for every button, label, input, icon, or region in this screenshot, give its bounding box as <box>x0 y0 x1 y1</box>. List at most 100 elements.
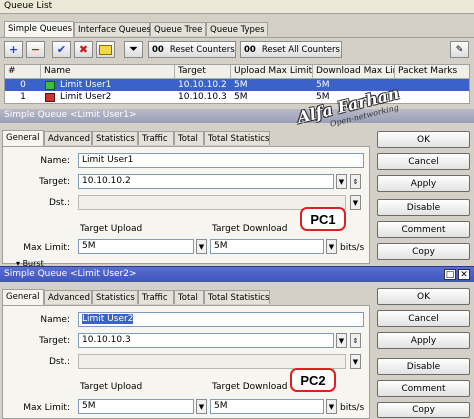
target-field[interactable]: 10.10.10.2 <box>78 174 334 189</box>
minus-icon: − <box>30 43 41 56</box>
row-target: 10.10.10.3 <box>178 92 227 102</box>
col-name[interactable]: Name <box>41 65 175 78</box>
comment-button[interactable]: Comment <box>377 221 470 238</box>
download-max-limit-field[interactable]: 5M <box>210 239 324 254</box>
tab-total-statistics[interactable]: Total Statistics <box>204 290 270 304</box>
target-field[interactable]: 10.10.10.3 <box>78 333 334 348</box>
dialog2-title: Simple Queue <Limit User2> <box>4 269 137 279</box>
chevron-down-icon: ▼ <box>338 177 345 186</box>
target-label: Target: <box>39 336 70 346</box>
disable-button[interactable]: ✖ <box>74 41 93 58</box>
dst-dropdown[interactable]: ▼ <box>350 195 361 210</box>
counter-reset-all-icon: 00 <box>244 44 256 55</box>
target-upload-label: Target Upload <box>80 382 143 392</box>
reset-all-counters-label: Reset All Counters <box>261 44 340 55</box>
target-upload-label: Target Upload <box>80 224 143 234</box>
filter-button[interactable]: ⏷ <box>124 41 143 58</box>
row-upload: 5M <box>234 80 248 90</box>
tab-total[interactable]: Total <box>174 131 204 145</box>
apply-button[interactable]: Apply <box>377 175 470 192</box>
tab-general[interactable]: General <box>2 130 44 146</box>
tab-queue-types[interactable]: Queue Types <box>206 22 268 36</box>
col-upload[interactable]: Upload Max Limit <box>231 65 313 78</box>
chevron-down-icon: ▼ <box>352 357 359 366</box>
copy-button[interactable]: Copy <box>377 243 470 260</box>
comment-button[interactable]: Comment <box>377 380 470 397</box>
updown-icon: ⇕ <box>352 177 359 186</box>
row-upload: 5M <box>234 92 248 102</box>
dialog2-restore-button[interactable]: □ <box>444 269 456 280</box>
tab-advanced[interactable]: Advanced <box>44 290 92 304</box>
cross-icon: ✖ <box>78 43 89 56</box>
funnel-icon: ⏷ <box>129 44 138 55</box>
cancel-button[interactable]: Cancel <box>377 153 470 170</box>
upload-max-limit-field[interactable]: 5M <box>78 399 194 414</box>
name-field[interactable]: Limit User1 <box>78 153 364 168</box>
dst-dropdown[interactable]: ▼ <box>350 354 361 369</box>
tab-advanced[interactable]: Advanced <box>44 131 92 145</box>
tab-traffic[interactable]: Traffic <box>138 131 174 145</box>
dialog2-body: General Advanced Statistics Traffic Tota… <box>0 282 474 419</box>
upload-dropdown[interactable]: ▼ <box>196 399 207 414</box>
dialog1-body: General Advanced Statistics Traffic Tota… <box>0 123 474 268</box>
disable-button[interactable]: Disable <box>377 199 470 216</box>
target-dropdown[interactable]: ▼ <box>336 174 347 189</box>
tab-total-statistics[interactable]: Total Statistics <box>204 131 270 145</box>
tab-traffic[interactable]: Traffic <box>138 290 174 304</box>
queue-list-titlebar[interactable]: Queue List <box>0 0 474 14</box>
reset-all-counters-button[interactable]: 00 Reset All Counters <box>240 41 342 58</box>
remove-button[interactable]: − <box>26 41 45 58</box>
chevron-down-icon: ▼ <box>328 402 335 411</box>
close-icon: ✕ <box>460 269 468 280</box>
max-limit-label: Max Limit: <box>23 243 70 253</box>
ok-button[interactable]: OK <box>377 131 470 148</box>
tab-interface-queues[interactable]: Interface Queues <box>74 22 151 36</box>
check-icon: ✔ <box>56 43 67 56</box>
queue-list-tabs: Simple Queues Interface Queues Queue Tre… <box>2 21 472 38</box>
dialog2-titlebar[interactable]: Simple Queue <Limit User2> □ ✕ <box>0 266 474 282</box>
tab-statistics[interactable]: Statistics <box>92 290 138 304</box>
chevron-down-icon: ▼ <box>198 402 205 411</box>
tab-simple-queues[interactable]: Simple Queues <box>4 21 74 37</box>
target-updown[interactable]: ⇕ <box>350 333 361 348</box>
name-selected-text: Limit User2 <box>82 314 134 324</box>
dst-label: Dst.: <box>48 198 70 208</box>
download-dropdown[interactable]: ▼ <box>326 399 337 414</box>
download-max-limit-field[interactable]: 5M <box>210 399 324 414</box>
dialog2-close-button[interactable]: ✕ <box>458 269 470 280</box>
reset-counters-button[interactable]: 00 Reset Counters <box>148 41 236 58</box>
name-label: Name: <box>40 156 70 166</box>
tab-general[interactable]: General <box>2 289 44 305</box>
cancel-button[interactable]: Cancel <box>377 310 470 327</box>
col-target[interactable]: Target <box>175 65 231 78</box>
download-dropdown[interactable]: ▼ <box>326 239 337 254</box>
chevron-down-icon: ▼ <box>352 198 359 207</box>
tab-queue-tree[interactable]: Queue Tree <box>150 22 206 36</box>
pc2-badge: PC2 <box>290 368 336 392</box>
upload-dropdown[interactable]: ▼ <box>196 239 207 254</box>
ok-button[interactable]: OK <box>377 288 470 305</box>
col-num[interactable]: # <box>5 65 41 78</box>
add-button[interactable]: + <box>4 41 23 58</box>
tag-button[interactable]: ✎ <box>450 41 469 58</box>
target-dropdown[interactable]: ▼ <box>336 333 347 348</box>
copy-button[interactable]: Copy <box>377 402 470 418</box>
chevron-down-icon: ▼ <box>198 242 205 251</box>
tab-total[interactable]: Total <box>174 290 204 304</box>
target-updown[interactable]: ⇕ <box>350 174 361 189</box>
col-download[interactable]: Download Max Limit <box>313 65 395 78</box>
apply-button[interactable]: Apply <box>377 332 470 349</box>
counter-reset-icon: 00 <box>152 44 164 55</box>
table-header: # Name Target Upload Max Limit Download … <box>5 65 469 79</box>
upload-max-limit-field[interactable]: 5M <box>78 239 194 254</box>
comment-button[interactable] <box>96 41 115 58</box>
tab-statistics[interactable]: Statistics <box>92 131 138 145</box>
name-field[interactable]: Limit User2 <box>78 312 364 327</box>
restore-icon: □ <box>445 269 455 280</box>
enable-button[interactable]: ✔ <box>52 41 71 58</box>
row-target: 10.10.10.2 <box>178 80 227 90</box>
plus-icon: + <box>8 43 19 56</box>
disable-button[interactable]: Disable <box>377 358 470 375</box>
chevron-down-icon: ▼ <box>328 242 335 251</box>
dst-field[interactable] <box>78 354 346 369</box>
